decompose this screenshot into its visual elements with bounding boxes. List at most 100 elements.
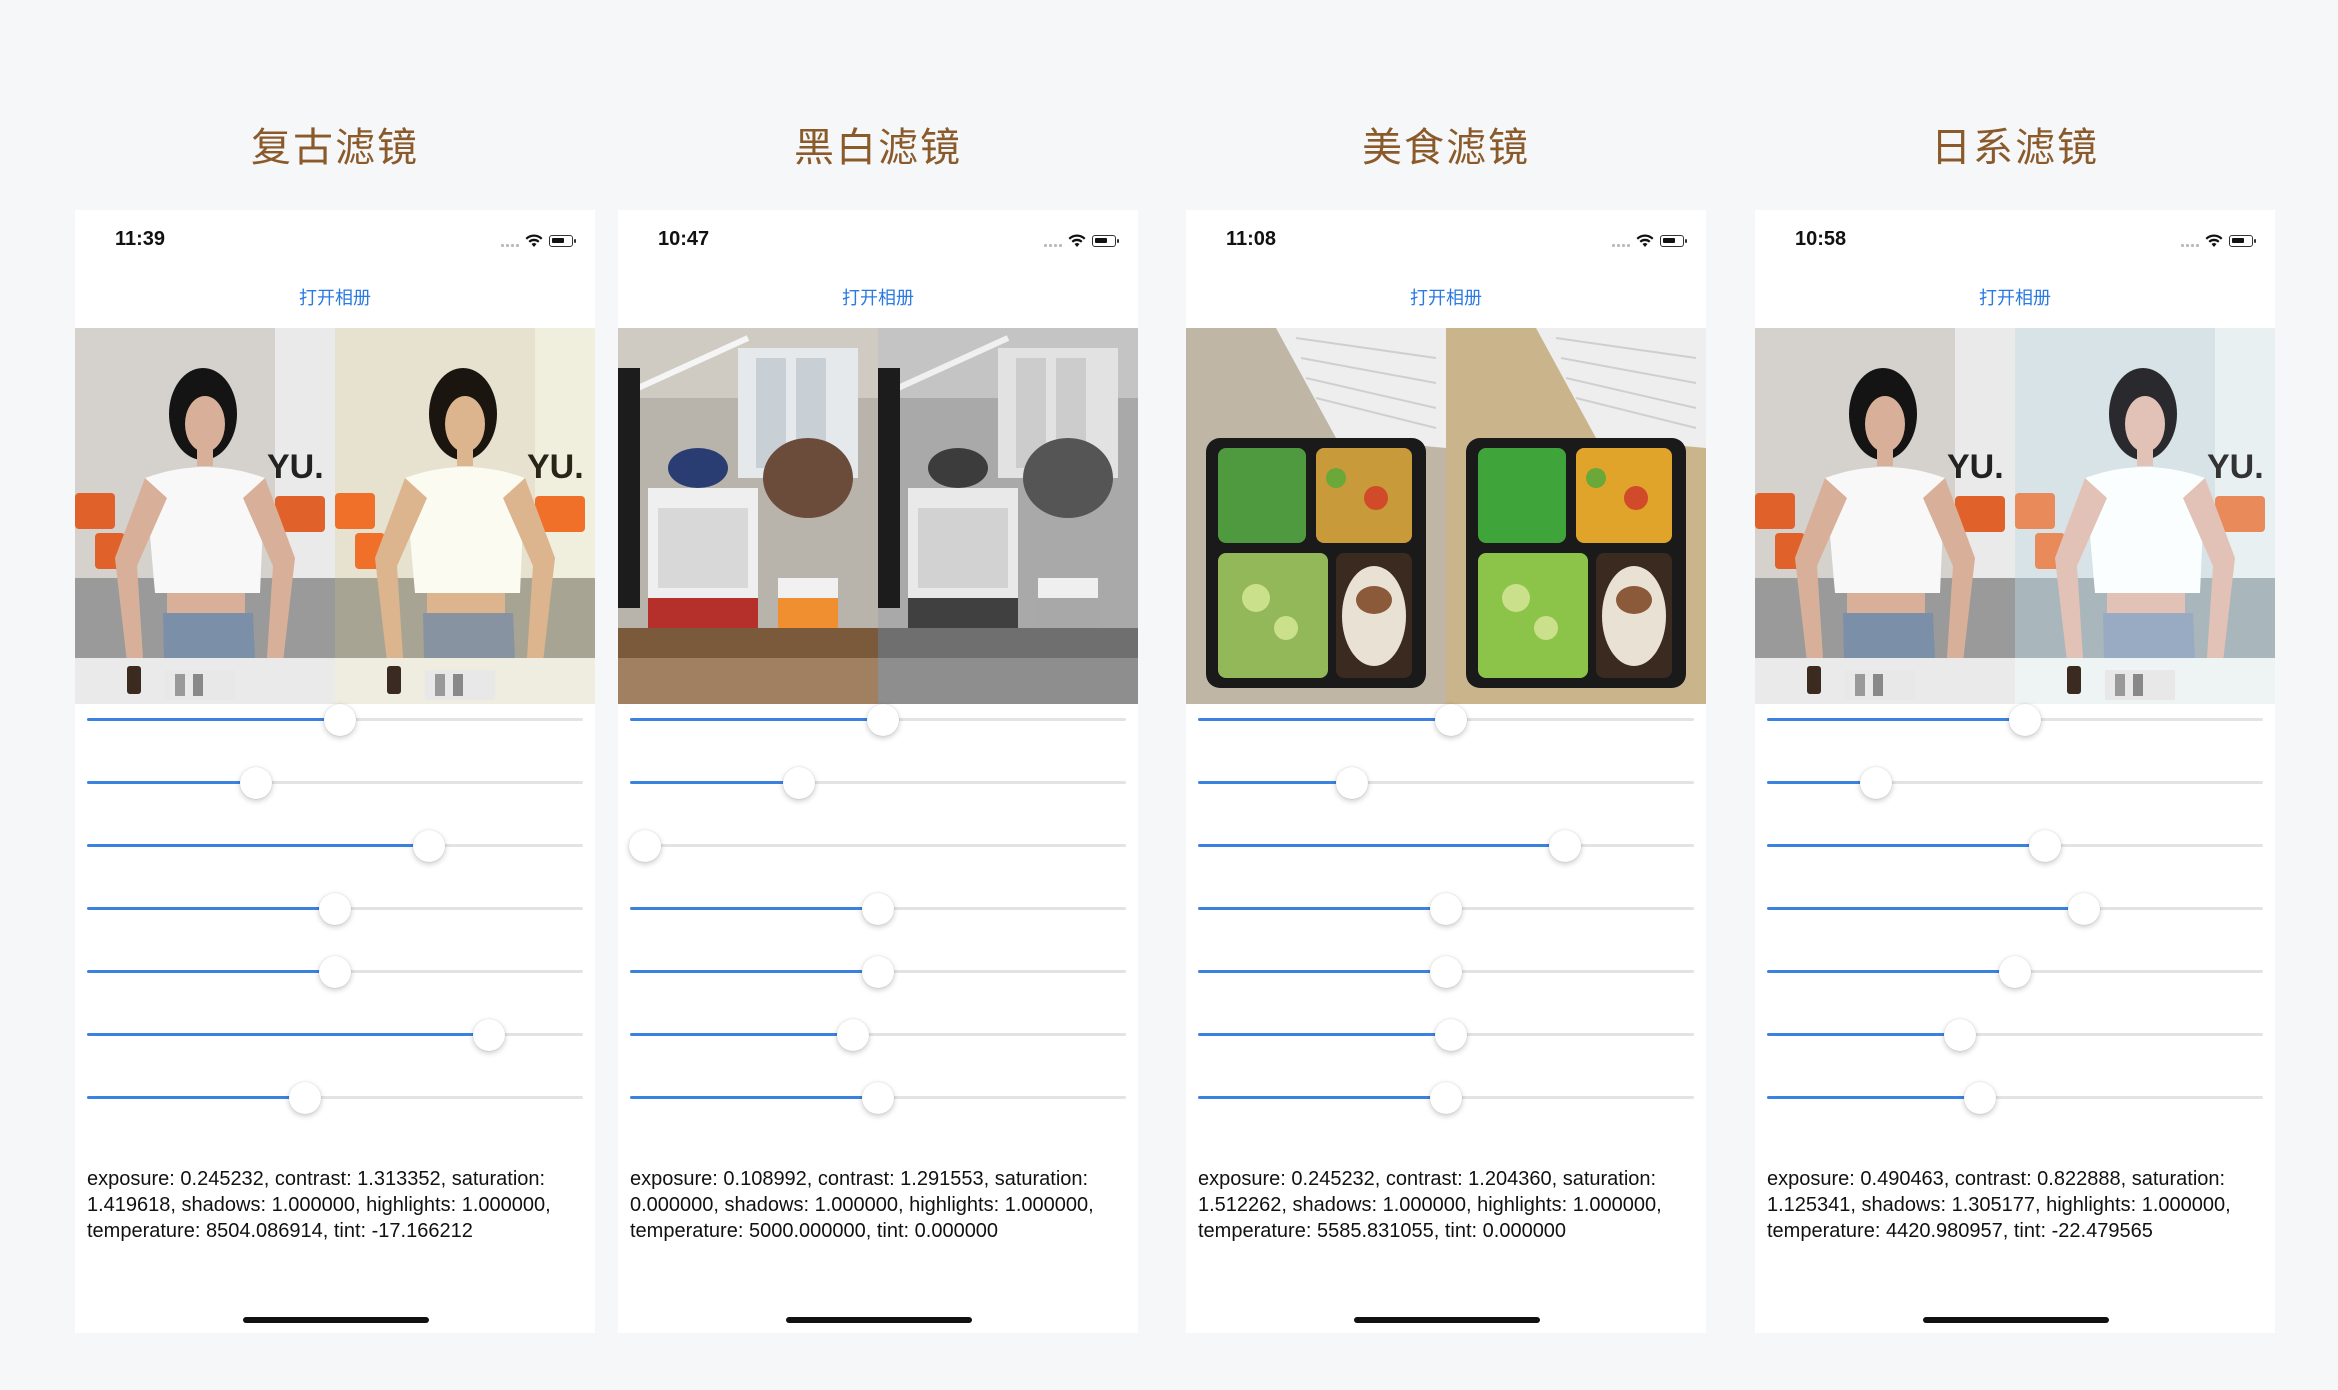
adjust-slider[interactable] [87,1082,583,1114]
adjust-slider[interactable] [1198,893,1694,925]
adjust-slider[interactable] [87,704,583,736]
slider-thumb[interactable] [862,1082,894,1114]
filter-title: 美食滤镜 [1362,125,1530,171]
slider-thumb[interactable] [782,767,815,799]
adjust-slider[interactable] [1767,767,2263,799]
slider-thumb[interactable] [2008,704,2041,736]
phone-screen: 11:39 打开相册 YU. YU. exposure: 0.245232, c… [75,210,595,1333]
slider-thumb[interactable] [837,1019,870,1051]
slider-thumb[interactable] [862,893,894,925]
adjust-slider[interactable] [1767,1082,2263,1114]
adjust-slider[interactable] [1198,767,1694,799]
status-bar: 11:08 [1186,210,1706,270]
slider-thumb[interactable] [866,704,899,736]
adjust-slider[interactable] [1198,956,1694,988]
status-bar: 10:47 [618,210,1138,270]
adjust-slider[interactable] [87,830,583,862]
status-icons [1044,231,1119,251]
slider-fill [630,1033,854,1036]
slider-fill [630,907,878,910]
adjust-slider[interactable] [630,893,1126,925]
slider-fill [1198,718,1451,721]
adjust-slider[interactable] [1767,1019,2263,1051]
slider-thumb[interactable] [413,830,446,862]
slider-fill [1198,970,1446,973]
original-image [1186,328,1446,704]
filtered-image: YU. [335,328,595,704]
adjust-slider[interactable] [1198,830,1694,862]
slider-thumb[interactable] [472,1019,505,1051]
slider-thumb[interactable] [319,893,351,925]
slider-fill [1767,718,2025,721]
home-indicator[interactable] [1923,1317,2109,1323]
home-indicator[interactable] [786,1317,972,1323]
slider-thumb[interactable] [1944,1019,1977,1051]
adjust-slider[interactable] [87,1019,583,1051]
phone-screen: 10:58 打开相册 YU. YU. exposure: 0.490463, c… [1755,210,2275,1333]
svg-text:YU.: YU. [2207,448,2264,486]
slider-thumb[interactable] [1549,830,1582,862]
adjust-slider[interactable] [1198,704,1694,736]
battery-icon [1092,235,1119,247]
adjust-slider[interactable] [1767,893,2263,925]
slider-fill [630,781,799,784]
wifi-icon [2205,234,2223,248]
signal-icon [2181,235,2199,247]
slider-thumb[interactable] [1335,767,1368,799]
filtered-image [878,328,1138,704]
adjust-slider[interactable] [87,893,583,925]
adjust-slider[interactable] [87,767,583,799]
slider-fill [1767,844,2045,847]
adjust-slider[interactable] [1767,956,2263,988]
slider-thumb[interactable] [1430,893,1462,925]
adjust-slider[interactable] [1767,830,2263,862]
slider-thumb[interactable] [1434,704,1467,736]
adjust-slider[interactable] [630,956,1126,988]
adjust-slider[interactable] [630,767,1126,799]
status-icons [1612,231,1687,251]
battery-icon [1660,235,1687,247]
open-album-button[interactable]: 打开相册 [1186,284,1706,310]
adjust-slider[interactable] [87,956,583,988]
slider-fill [1767,970,2015,973]
slider-thumb[interactable] [289,1082,322,1114]
open-album-button[interactable]: 打开相册 [618,284,1138,310]
slider-thumb[interactable] [1434,1019,1467,1051]
adjust-slider[interactable] [1198,1082,1694,1114]
home-indicator[interactable] [243,1317,429,1323]
slider-thumb[interactable] [1860,767,1893,799]
status-bar: 11:39 [75,210,595,270]
slider-thumb[interactable] [239,767,272,799]
image-comparison [618,328,1138,704]
signal-icon [1612,235,1630,247]
slider-thumb[interactable] [1430,956,1462,988]
home-indicator[interactable] [1354,1317,1540,1323]
slider-thumb[interactable] [323,704,356,736]
status-icons [501,231,576,251]
slider-thumb[interactable] [1999,956,2031,988]
adjust-slider[interactable] [628,830,1126,862]
slider-thumb[interactable] [2068,893,2101,925]
adjust-slider[interactable] [1198,1019,1694,1051]
adjust-slider[interactable] [630,1019,1126,1051]
open-album-button[interactable]: 打开相册 [75,284,595,310]
adjust-slider[interactable] [630,704,1126,736]
svg-text:YU.: YU. [527,448,584,486]
slider-fill [1198,907,1446,910]
slider-thumb[interactable] [319,956,351,988]
slider-thumb[interactable] [1964,1082,1997,1114]
slider-thumb[interactable] [1430,1082,1462,1114]
status-bar: 10:58 [1755,210,2275,270]
filter-params-text: exposure: 0.245232, contrast: 1.313352, … [87,1168,551,1242]
slider-thumb[interactable] [628,830,661,862]
slider-thumb[interactable] [862,956,894,988]
adjust-slider[interactable] [630,1082,1126,1114]
svg-text:YU.: YU. [267,448,324,486]
slider-fill [1198,1096,1446,1099]
open-album-button[interactable]: 打开相册 [1755,284,2275,310]
adjust-slider[interactable] [1767,704,2263,736]
image-comparison: YU. YU. [75,328,595,704]
slider-thumb[interactable] [2028,830,2061,862]
signal-icon [1044,235,1062,247]
slider-track [630,844,1126,847]
